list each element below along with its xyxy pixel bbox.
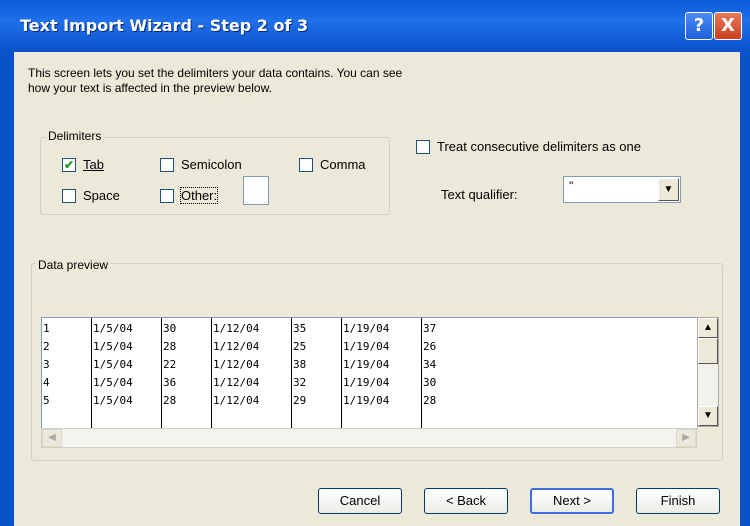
preview-cell: 4 bbox=[43, 376, 50, 389]
help-button[interactable]: ? bbox=[685, 12, 713, 40]
preview-horizontal-scrollbar[interactable]: ◀ ▶ bbox=[41, 428, 697, 448]
cancel-button[interactable]: Cancel bbox=[318, 488, 402, 514]
preview-cell: 1/19/04 bbox=[343, 340, 390, 353]
treat-consecutive-label: Treat consecutive delimiters as one bbox=[437, 139, 642, 154]
column-separator bbox=[291, 318, 292, 428]
preview-cell: 1/19/04 bbox=[343, 358, 390, 371]
delimiters-legend: Delimiters bbox=[46, 129, 104, 143]
preview-cell: 1/5/04 bbox=[93, 358, 133, 371]
close-button[interactable]: X bbox=[714, 12, 742, 40]
preview-vertical-scrollbar[interactable]: ▲ ▼ bbox=[697, 317, 719, 427]
preview-cell: 1/5/04 bbox=[93, 340, 133, 353]
other-checkbox[interactable]: Other: bbox=[160, 187, 219, 204]
preview-cell: 28 bbox=[163, 394, 177, 407]
preview-cell: 1/12/04 bbox=[213, 322, 260, 335]
preview-cell: 34 bbox=[423, 358, 437, 371]
next-button[interactable]: Next > bbox=[530, 488, 614, 514]
chevron-down-icon[interactable]: ▼ bbox=[658, 178, 679, 201]
preview-cell: 32 bbox=[293, 376, 307, 389]
space-checkbox[interactable]: Space bbox=[62, 188, 120, 203]
preview-cell: 5 bbox=[43, 394, 50, 407]
tab-label: Tab bbox=[83, 157, 104, 172]
other-delimiter-input[interactable] bbox=[243, 176, 269, 205]
instructions-line-1: This screen lets you set the delimiters … bbox=[28, 66, 403, 80]
preview-cell: 1/5/04 bbox=[93, 322, 133, 335]
preview-cell: 35 bbox=[293, 322, 307, 335]
comma-label: Comma bbox=[320, 157, 366, 172]
window-frame-right bbox=[740, 52, 750, 526]
title-bar[interactable]: Text Import Wizard - Step 2 of 3 ? X bbox=[0, 0, 750, 52]
column-separator bbox=[161, 318, 162, 428]
preview-cell: 28 bbox=[163, 340, 177, 353]
preview-cell: 1/12/04 bbox=[213, 358, 260, 371]
arrow-right-icon[interactable]: ▶ bbox=[676, 429, 696, 447]
preview-cell: 1 bbox=[43, 322, 50, 335]
preview-cell: 1/5/04 bbox=[93, 376, 133, 389]
preview-cell: 1/12/04 bbox=[213, 394, 260, 407]
preview-cell: 1/19/04 bbox=[343, 322, 390, 335]
back-button[interactable]: < Back bbox=[424, 488, 508, 514]
column-separator bbox=[421, 318, 422, 428]
preview-cell: 26 bbox=[423, 340, 437, 353]
delimiters-group bbox=[40, 137, 390, 215]
preview-cell: 36 bbox=[163, 376, 177, 389]
instructions-text: This screen lets you set the delimiters … bbox=[28, 66, 568, 96]
preview-cell: 28 bbox=[423, 394, 437, 407]
preview-cell: 37 bbox=[423, 322, 437, 335]
other-label: Other: bbox=[179, 187, 219, 204]
preview-cell: 1/5/04 bbox=[93, 394, 133, 407]
comma-checkbox[interactable]: Comma bbox=[299, 157, 366, 172]
column-separator bbox=[341, 318, 342, 428]
semicolon-label: Semicolon bbox=[181, 157, 242, 172]
text-import-wizard-dialog: Text Import Wizard - Step 2 of 3 ? X Thi… bbox=[0, 0, 750, 526]
preview-cell: 30 bbox=[423, 376, 437, 389]
tab-checkbox[interactable]: ✔ Tab bbox=[62, 157, 104, 172]
preview-cell: 1/19/04 bbox=[343, 376, 390, 389]
instructions-line-2: how your text is affected in the preview… bbox=[28, 81, 272, 95]
arrow-up-icon[interactable]: ▲ bbox=[698, 318, 718, 338]
preview-cell: 2 bbox=[43, 340, 50, 353]
semicolon-checkbox[interactable]: Semicolon bbox=[160, 157, 242, 172]
treat-consecutive-checkbox[interactable]: Treat consecutive delimiters as one bbox=[416, 139, 641, 154]
arrow-down-icon[interactable]: ▼ bbox=[698, 406, 718, 426]
text-qualifier-select[interactable]: " ▼ bbox=[563, 176, 681, 203]
text-qualifier-label: Text qualifier: bbox=[441, 187, 518, 202]
window-title: Text Import Wizard - Step 2 of 3 bbox=[20, 16, 309, 35]
text-qualifier-value: " bbox=[569, 179, 574, 193]
preview-cell: 25 bbox=[293, 340, 307, 353]
check-icon: ✔ bbox=[62, 157, 76, 172]
finish-button[interactable]: Finish bbox=[636, 488, 720, 514]
arrow-left-icon[interactable]: ◀ bbox=[42, 429, 62, 447]
preview-cell: 1/12/04 bbox=[213, 340, 260, 353]
preview-cell: 38 bbox=[293, 358, 307, 371]
column-separator bbox=[91, 318, 92, 428]
preview-cell: 3 bbox=[43, 358, 50, 371]
data-preview-grid[interactable]: 1 2 3 4 5 1/5/04 1/5/04 1/5/04 1/5/04 1/5/04 30 28 2… bbox=[41, 317, 698, 429]
vertical-scroll-thumb[interactable] bbox=[698, 338, 718, 364]
preview-cell: 1/12/04 bbox=[213, 376, 260, 389]
window-frame-left bbox=[0, 52, 14, 526]
preview-cell: 22 bbox=[163, 358, 177, 371]
data-preview-legend: Data preview bbox=[36, 258, 111, 272]
preview-cell: 29 bbox=[293, 394, 307, 407]
preview-cell: 1/19/04 bbox=[343, 394, 390, 407]
column-separator bbox=[211, 318, 212, 428]
preview-cell: 30 bbox=[163, 322, 177, 335]
space-label: Space bbox=[83, 188, 120, 203]
